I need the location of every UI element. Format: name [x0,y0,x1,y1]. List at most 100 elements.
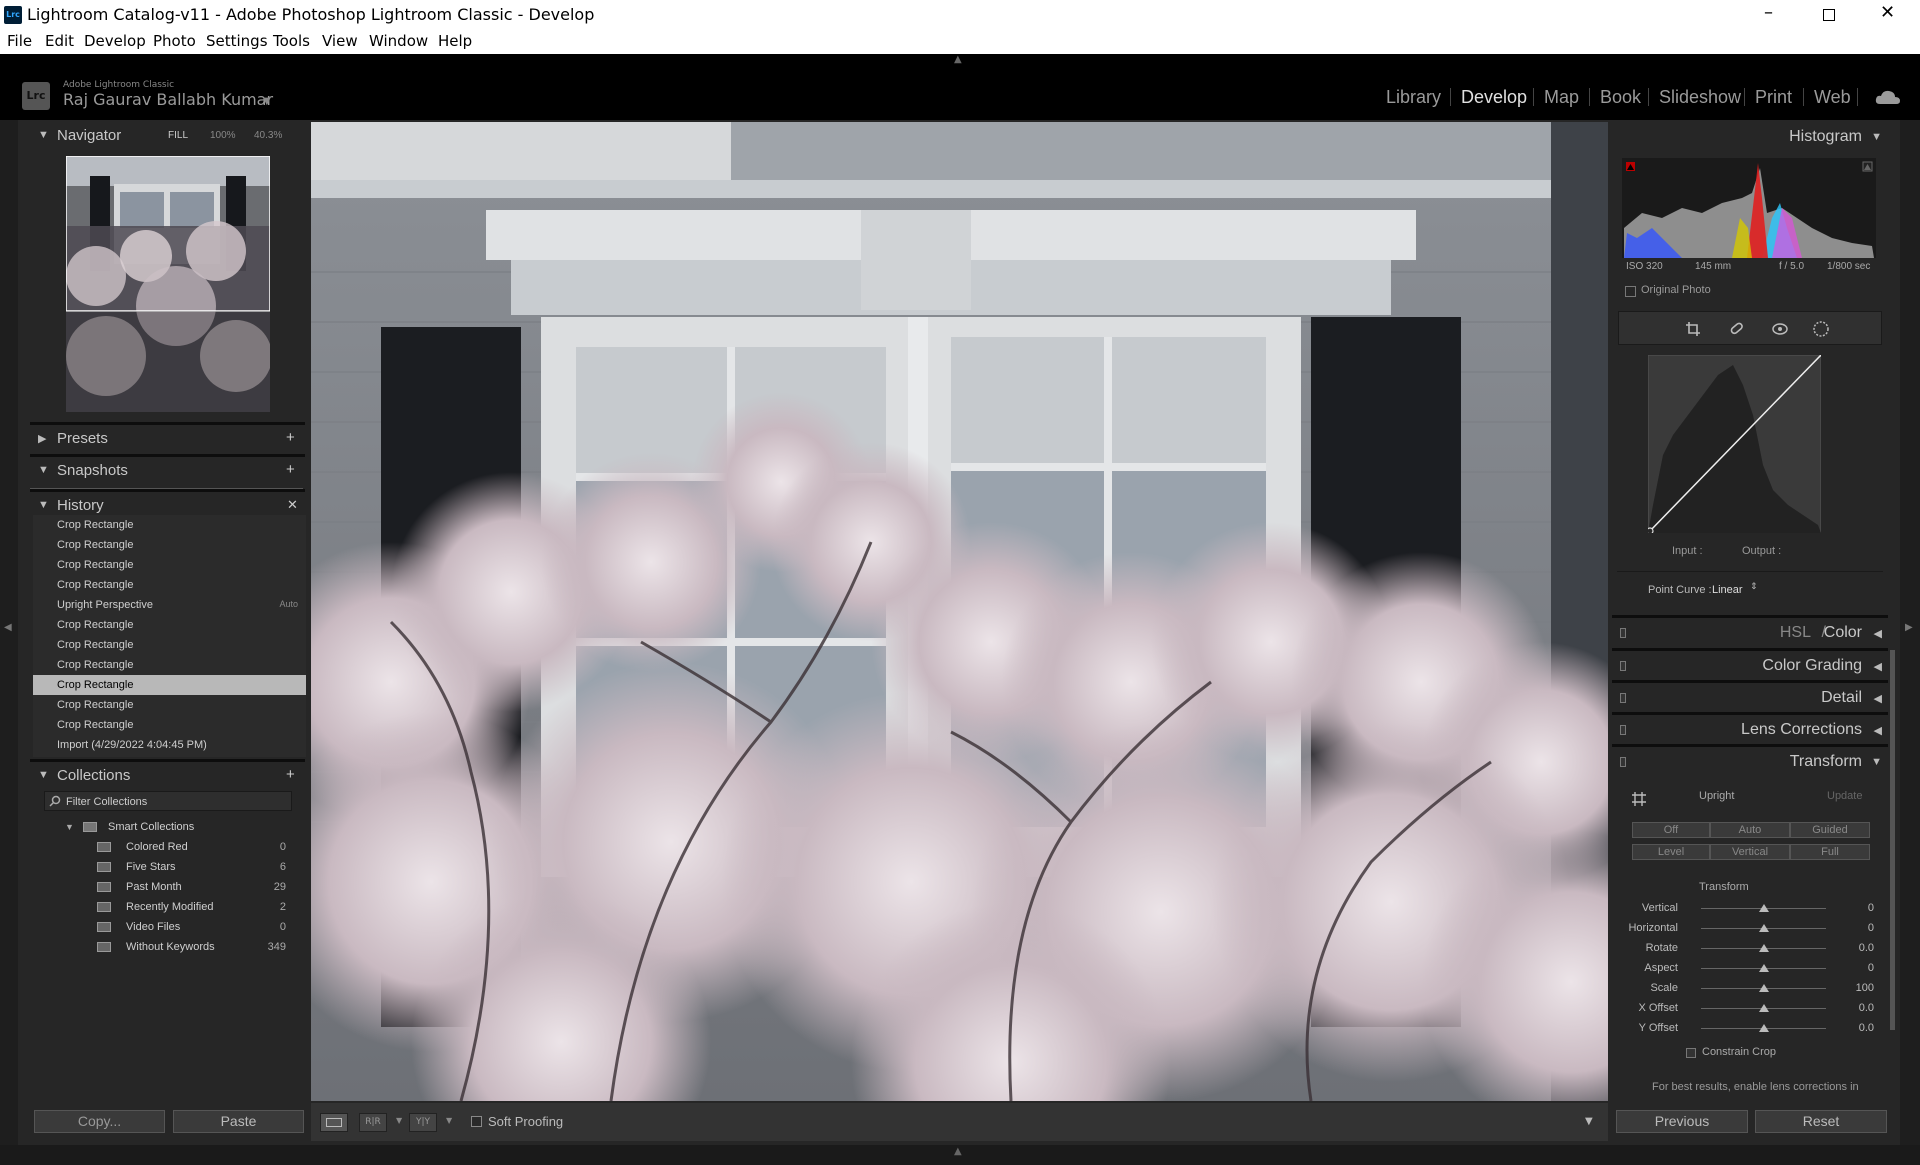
red-eye-icon[interactable] [1771,321,1789,337]
detail-header[interactable]: Detail ◀ [1612,683,1888,713]
slider-value[interactable]: 0 [1868,902,1874,914]
menu-view[interactable]: View [322,32,358,50]
add-snapshot-icon[interactable]: + [286,461,295,478]
smart-collections-group[interactable]: ▼ Smart Collections [33,817,306,837]
snapshots-header[interactable]: ▼ Snapshots + [30,457,305,485]
panel-switch-icon[interactable] [1620,725,1626,735]
slider-thumb[interactable] [1758,904,1769,912]
slider-thumb[interactable] [1758,944,1769,952]
original-photo-checkbox[interactable] [1625,286,1636,297]
transform-slider[interactable]: Horizontal 0 [1612,918,1888,938]
zoom-fill[interactable]: FILL [168,130,188,141]
copy-button[interactable]: Copy... [34,1110,165,1133]
right-scrollbar[interactable] [1890,650,1895,1030]
loupe-view-icon[interactable] [320,1113,348,1132]
presets-header[interactable]: ▶ Presets + [30,425,305,453]
add-preset-icon[interactable]: + [286,429,295,446]
hsl-color-header[interactable]: HSL / Color ◀ [1612,618,1888,648]
transform-slider[interactable]: Scale 100 [1612,978,1888,998]
point-curve-chevron-icon[interactable]: ⇕ [1750,582,1758,592]
close-icon[interactable]: ✕ [1880,2,1895,23]
slider-value[interactable]: 0 [1868,962,1874,974]
collection-item[interactable]: Video Files 0 [33,917,306,937]
slider-value[interactable]: 0.0 [1859,1002,1874,1014]
history-item[interactable]: Upright Perspective Auto [33,595,306,615]
menu-develop[interactable]: Develop [84,32,146,50]
color-grading-header[interactable]: Color Grading ◀ [1612,651,1888,681]
navigator-header[interactable]: ▼ Navigator FILL 100% 40.3% [30,122,305,150]
menu-file[interactable]: File [7,32,32,50]
history-item[interactable]: Crop Rectangle [33,555,306,575]
panel-switch-icon[interactable] [1620,693,1626,703]
history-item[interactable]: Crop Rectangle [33,695,306,715]
slider-thumb[interactable] [1758,984,1769,992]
slider-value[interactable]: 100 [1856,982,1874,994]
previous-button[interactable]: Previous [1616,1110,1748,1133]
slider-thumb[interactable] [1758,1004,1769,1012]
update-button[interactable]: Update [1827,790,1862,802]
hsl-label[interactable]: HSL [1780,624,1811,642]
history-item[interactable]: Import (4/29/2022 4:04:45 PM) [33,735,306,755]
yy-view-icon[interactable]: Y|Y [409,1113,437,1132]
upright-auto-button[interactable]: Auto [1710,822,1790,838]
history-item[interactable]: Crop Rectangle [33,535,306,555]
transform-slider[interactable]: X Offset 0.0 [1612,998,1888,1018]
main-photo[interactable] [311,122,1608,1101]
minimize-icon[interactable]: – [1764,2,1773,23]
history-item[interactable]: Crop Rectangle [33,715,306,735]
slider-value[interactable]: 0 [1868,922,1874,934]
crop-tool-icon[interactable] [1685,321,1701,337]
slider-thumb[interactable] [1758,924,1769,932]
collection-item[interactable]: Recently Modified 2 [33,897,306,917]
history-item[interactable]: Crop Rectangle [33,515,306,535]
history-item[interactable]: Crop Rectangle [33,615,306,635]
clear-history-icon[interactable]: ✕ [287,497,298,513]
menu-window[interactable]: Window [369,32,428,50]
panel-switch-icon[interactable] [1620,757,1626,767]
color-label[interactable]: Color [1824,624,1862,642]
zoom-100[interactable]: 100% [210,130,236,141]
panel-switch-icon[interactable] [1620,628,1626,638]
lens-corrections-header[interactable]: Lens Corrections ◀ [1612,715,1888,745]
menu-tools[interactable]: Tools [273,32,310,50]
collection-item[interactable]: Past Month 29 [33,877,306,897]
before-after-icon[interactable]: R|R [359,1113,387,1132]
transform-slider[interactable]: Aspect 0 [1612,958,1888,978]
guided-upright-icon[interactable] [1631,791,1647,807]
left-panel-toggle-icon[interactable]: ◀ [4,622,12,633]
cloud-sync-icon[interactable] [1875,88,1901,106]
history-item[interactable]: Crop Rectangle [33,575,306,595]
transform-slider[interactable]: Y Offset 0.0 [1612,1018,1888,1038]
menu-help[interactable]: Help [438,32,472,50]
before-after-dropdown-icon[interactable]: ▼ [396,1116,402,1125]
point-curve-select[interactable]: Linear [1712,584,1743,596]
slider-thumb[interactable] [1758,964,1769,972]
slider-thumb[interactable] [1758,1024,1769,1032]
upright-full-button[interactable]: Full [1790,844,1870,860]
collection-item[interactable]: Without Keywords 349 [33,937,306,957]
transform-slider[interactable]: Rotate 0.0 [1612,938,1888,958]
history-item[interactable]: Crop Rectangle [33,635,306,655]
histogram-header[interactable]: Histogram ▼ [1612,122,1888,152]
collapse-top-arrow-icon[interactable]: ▲ [954,54,962,65]
constrain-crop-checkbox[interactable] [1686,1048,1696,1058]
upright-vertical-button[interactable]: Vertical [1710,844,1790,860]
filmstrip-toggle-icon[interactable]: ▲ [954,1146,962,1157]
collections-header[interactable]: ▼ Collections + [30,762,305,790]
restore-icon[interactable] [1823,9,1835,21]
upright-guided-button[interactable]: Guided [1790,822,1870,838]
filter-collections[interactable]: Filter Collections [44,791,292,811]
transform-header[interactable]: Transform ▼ [1612,747,1888,777]
yy-dropdown-icon[interactable]: ▼ [446,1116,452,1125]
history-item[interactable]: Crop Rectangle [33,675,306,695]
upright-off-button[interactable]: Off [1632,822,1710,838]
collection-item[interactable]: Five Stars 6 [33,857,306,877]
menu-settings[interactable]: Settings [206,32,268,50]
navigator-preview[interactable] [66,156,270,412]
transform-slider[interactable]: Vertical 0 [1612,898,1888,918]
zoom-40[interactable]: 40.3% [254,130,282,141]
reset-button[interactable]: Reset [1755,1110,1887,1133]
masking-icon[interactable] [1812,320,1830,338]
tone-curve-graph[interactable] [1648,355,1821,533]
paste-button[interactable]: Paste [173,1110,304,1133]
